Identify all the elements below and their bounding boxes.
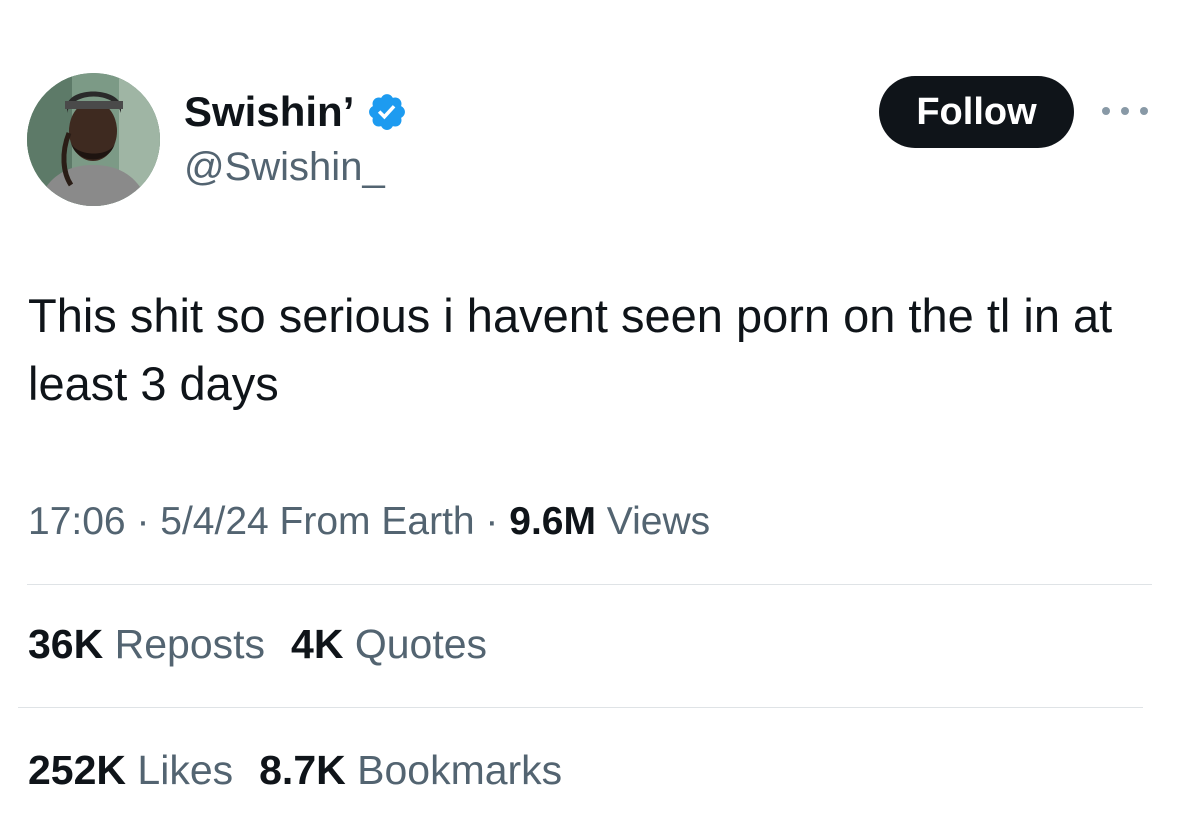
quotes-stat[interactable]: 4K Quotes	[291, 616, 487, 672]
tweet-meta: 17:06 · 5/4/24 From Earth · 9.6M Views	[28, 496, 710, 548]
display-name-text: Swishin’	[184, 88, 355, 135]
meta-separator: ·	[125, 500, 161, 543]
bookmarks-stat[interactable]: 8.7K Bookmarks	[259, 742, 562, 798]
verified-badge-icon[interactable]	[366, 91, 408, 133]
divider	[18, 707, 1143, 708]
likes-count: 252K	[28, 747, 127, 793]
likes-label: Likes	[126, 747, 234, 793]
follow-button[interactable]: Follow	[879, 76, 1074, 148]
avatar[interactable]	[27, 73, 160, 206]
divider	[27, 584, 1152, 585]
dot	[1102, 107, 1110, 115]
dot	[1140, 107, 1148, 115]
more-options-icon[interactable]	[1100, 96, 1150, 126]
tweet-time[interactable]: 17:06	[28, 500, 126, 543]
profile-photo	[27, 73, 160, 206]
tweet-text: This shit so serious i havent seen porn …	[28, 289, 1113, 410]
display-name[interactable]: Swishin’	[184, 84, 408, 140]
bookmarks-count: 8.7K	[259, 747, 346, 793]
bookmarks-label: Bookmarks	[345, 747, 563, 793]
views-count: 9.6M	[509, 500, 596, 543]
tweet-source: From Earth	[268, 500, 475, 543]
reposts-stat[interactable]: 36K Reposts	[28, 616, 265, 672]
tweet-date[interactable]: 5/4/24	[160, 500, 268, 543]
quotes-label: Quotes	[343, 621, 488, 667]
reposts-label: Reposts	[103, 621, 266, 667]
dot	[1121, 107, 1129, 115]
meta-separator: ·	[474, 500, 510, 543]
views-label: Views	[595, 500, 711, 543]
handle[interactable]: @Swishin_	[184, 141, 385, 193]
stats-row-1: 36K Reposts 4K Quotes	[28, 616, 513, 672]
reposts-count: 36K	[28, 621, 104, 667]
quotes-count: 4K	[291, 621, 344, 667]
likes-stat[interactable]: 252K Likes	[28, 742, 233, 798]
stats-row-2: 252K Likes 8.7K Bookmarks	[28, 742, 588, 798]
